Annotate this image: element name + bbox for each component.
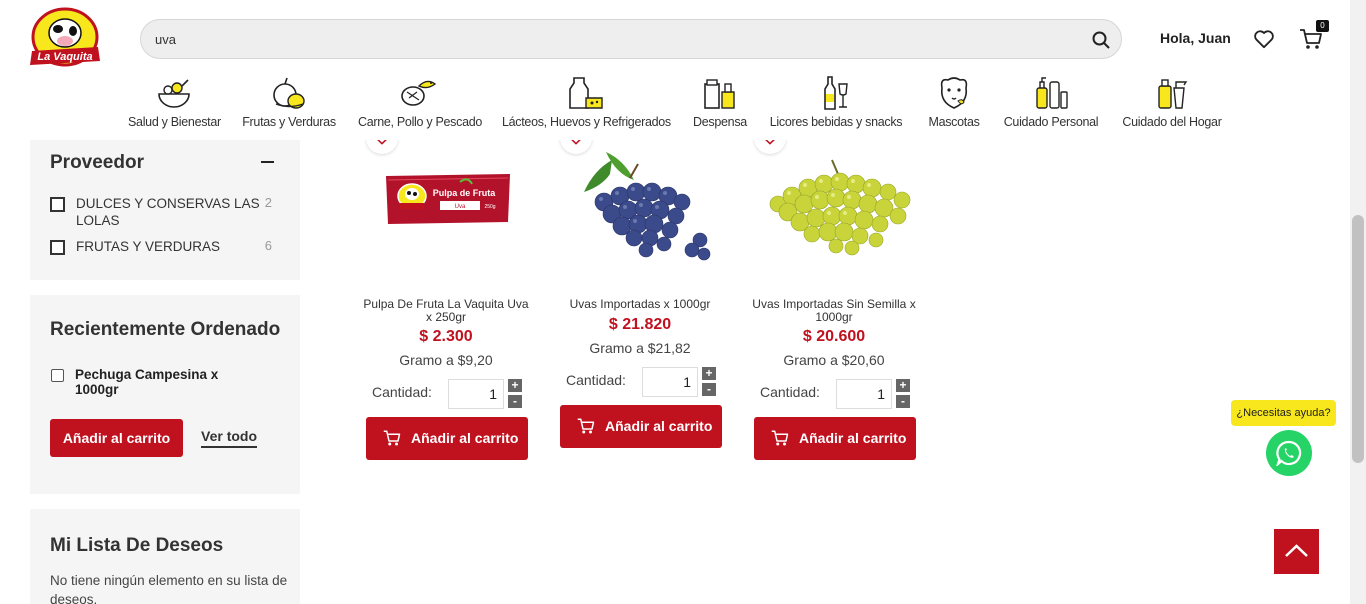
view-all-link[interactable]: Ver todo xyxy=(201,428,258,448)
wishlist-panel: Mi Lista De Deseos No tiene ningún eleme… xyxy=(30,509,300,604)
recent-item-name[interactable]: Pechuga Campesina x 1000gr xyxy=(75,367,245,397)
collapse-icon[interactable] xyxy=(261,161,274,163)
brand-logo[interactable]: La Vaquita xyxy=(26,7,104,71)
product-unit-price: Gramo a $21,82 xyxy=(589,340,691,356)
category-nav: Salud y Bienestar Frutas y Verduras Carn… xyxy=(0,74,1350,136)
product-card: Uvas Importadas x 1000gr $ 21.820 Gramo … xyxy=(554,122,726,460)
recent-item-checkbox[interactable] xyxy=(51,369,64,382)
user-greeting[interactable]: Hola, Juan xyxy=(1160,30,1231,46)
quantity-label: Cantidad: xyxy=(566,372,626,388)
page: La Vaquita Hola, Juan 0 xyxy=(0,0,1366,604)
search-bar xyxy=(140,19,1122,59)
product-card: Uvas Importadas Sin Semilla x 1000gr $ 2… xyxy=(748,122,920,470)
quantity-input[interactable] xyxy=(642,367,698,397)
category-carne-pollo-pescado[interactable]: Carne, Pollo y Pescado xyxy=(358,74,482,134)
back-to-top-button[interactable] xyxy=(1274,529,1319,574)
category-despensa[interactable]: Despensa xyxy=(690,74,750,134)
chevron-up-icon xyxy=(1285,544,1308,557)
svg-text:Pulpa de Fruta: Pulpa de Fruta xyxy=(433,188,497,198)
svg-text:Uva: Uva xyxy=(455,204,466,210)
whatsapp-icon xyxy=(1276,440,1302,466)
quantity-label: Cantidad: xyxy=(372,384,432,400)
product-unit-price: Gramo a $9,20 xyxy=(399,352,493,368)
site-header: La Vaquita Hola, Juan 0 xyxy=(0,0,1350,140)
quantity-decrease-button[interactable]: - xyxy=(702,383,716,396)
svg-text:250g: 250g xyxy=(484,204,495,210)
checkbox[interactable] xyxy=(50,240,65,255)
product-price: $ 21.820 xyxy=(608,316,672,333)
quantity-increase-button[interactable]: + xyxy=(508,379,522,392)
recently-ordered-title: Recientemente Ordenado xyxy=(50,319,281,340)
salad-bowl-icon xyxy=(158,79,190,108)
product-name[interactable]: Pulpa De Fruta La Vaquita Uva x 250gr xyxy=(360,298,532,324)
search-input[interactable] xyxy=(155,20,1055,58)
provider-filter-panel: Proveedor DULCES Y CONSERVAS LAS LOLAS 2… xyxy=(30,140,300,280)
category-lacteos-huevos[interactable]: Lácteos, Huevos y Refrigerados xyxy=(502,74,671,134)
milk-cheese-icon xyxy=(569,77,603,109)
add-to-cart-button[interactable]: Añadir al carrito xyxy=(754,417,916,460)
category-mascotas[interactable]: Mascotas xyxy=(924,74,984,134)
cart-icon xyxy=(577,418,595,434)
search-icon[interactable] xyxy=(1091,30,1111,50)
meat-fish-icon xyxy=(401,80,437,106)
pantry-icon xyxy=(704,79,735,109)
category-licores-bebidas-snacks[interactable]: Licores bebidas y snacks xyxy=(768,74,904,134)
cart-icon xyxy=(771,430,789,446)
quantity-input[interactable] xyxy=(836,379,892,409)
checkbox[interactable] xyxy=(50,197,65,212)
wishlist-title: Mi Lista De Deseos xyxy=(50,535,224,556)
fruits-icon xyxy=(273,77,305,109)
quantity-increase-button[interactable]: + xyxy=(702,367,716,380)
wishlist-empty-text: No tiene ningún elemento en su lista de … xyxy=(50,573,288,604)
quantity-decrease-button[interactable]: - xyxy=(508,395,522,408)
recently-ordered-panel: Recientemente Ordenado Pechuga Campesina… xyxy=(30,295,300,494)
pet-icon xyxy=(940,77,968,109)
category-salud-bienestar[interactable]: Salud y Bienestar xyxy=(128,74,221,134)
add-to-cart-button[interactable]: Añadir al carrito xyxy=(560,405,722,448)
help-bubble[interactable]: ¿Necesitas ayuda? xyxy=(1231,400,1336,426)
add-to-cart-button[interactable]: Añadir al carrito xyxy=(366,417,528,460)
quantity-decrease-button[interactable]: - xyxy=(896,395,910,408)
svg-text:La Vaquita: La Vaquita xyxy=(37,51,92,63)
cart-count-badge: 0 xyxy=(1316,20,1329,32)
product-price: $ 2.300 xyxy=(419,328,473,345)
whatsapp-button[interactable] xyxy=(1266,430,1312,476)
product-name[interactable]: Uvas Importadas Sin Semilla x 1000gr xyxy=(748,298,920,324)
quantity-label: Cantidad: xyxy=(760,384,820,400)
bottle-glass-icon xyxy=(824,76,848,110)
heart-icon[interactable] xyxy=(1253,29,1275,49)
cart-icon xyxy=(383,430,401,446)
product-card: Pulpa de Fruta Uva 250g Pulpa De Fruta L… xyxy=(360,122,532,470)
quantity-input[interactable] xyxy=(448,379,504,409)
category-frutas-verduras[interactable]: Frutas y Verduras xyxy=(242,74,336,134)
category-cuidado-personal[interactable]: Cuidado Personal xyxy=(1002,74,1100,134)
product-name[interactable]: Uvas Importadas x 1000gr xyxy=(554,298,726,311)
product-price: $ 20.600 xyxy=(802,328,866,345)
cleaning-icon xyxy=(1158,79,1188,109)
recent-add-to-cart-button[interactable]: Añadir al carrito xyxy=(50,419,183,457)
provider-filter-title: Proveedor xyxy=(50,152,144,173)
product-unit-price: Gramo a $20,60 xyxy=(783,352,885,368)
category-cuidado-hogar[interactable]: Cuidado del Hogar xyxy=(1120,74,1224,134)
personal-care-icon xyxy=(1036,77,1068,109)
quantity-increase-button[interactable]: + xyxy=(896,379,910,392)
scrollbar-thumb[interactable] xyxy=(1352,215,1364,463)
